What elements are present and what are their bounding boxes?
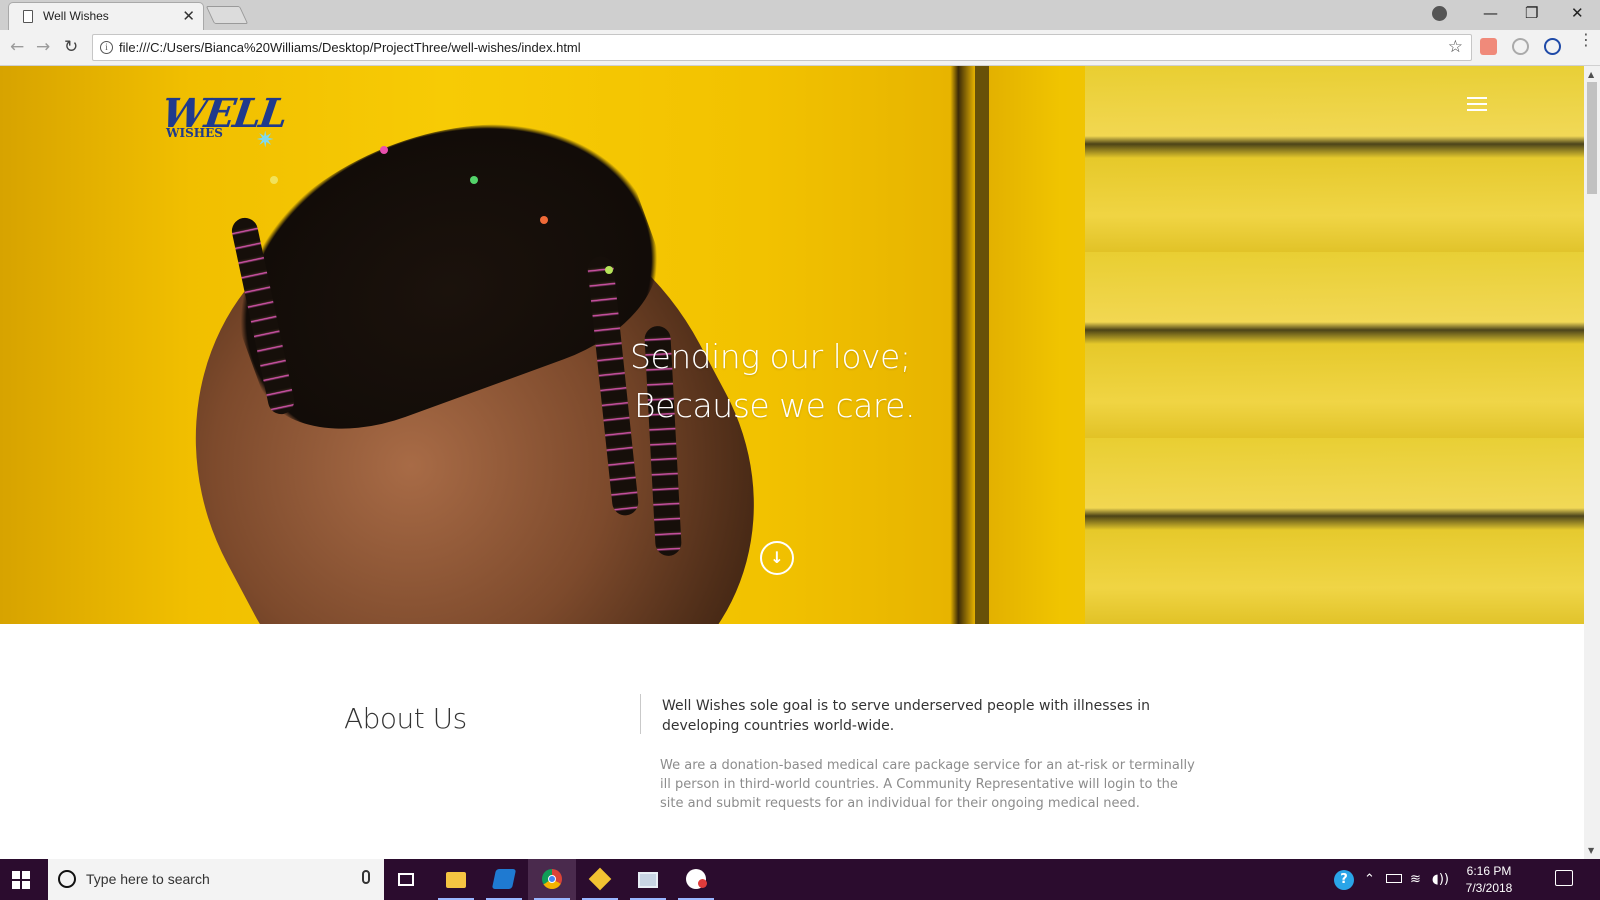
hero-section: WELL WISHES ✷ Sending our love; Because … (0, 66, 1584, 624)
restore-button[interactable]: ❐ (1525, 4, 1538, 22)
about-lead-text: Well Wishes sole goal is to serve unders… (662, 698, 1150, 734)
forward-button[interactable]: → (36, 37, 50, 57)
taskbar-search-placeholder[interactable]: Type here to search (86, 871, 210, 887)
hero-photo-bead (470, 176, 478, 184)
browser-tab[interactable]: Well Wishes ✕ (8, 2, 204, 30)
volume-icon[interactable]: ◖)) (1432, 872, 1449, 887)
hero-photo-bead (270, 176, 278, 184)
action-center-icon[interactable] (1555, 870, 1573, 886)
reload-button[interactable]: ↻ (64, 37, 78, 57)
hamburger-menu-icon[interactable] (1467, 97, 1487, 111)
info-icon[interactable]: i (100, 41, 113, 54)
microphone-icon[interactable] (362, 870, 370, 884)
logo-spark-icon: ✷ (256, 128, 275, 153)
task-view-icon[interactable] (384, 859, 432, 900)
extension-icon[interactable] (1512, 38, 1529, 55)
file-explorer-icon[interactable] (432, 859, 480, 900)
start-windows-icon[interactable] (12, 871, 30, 889)
url-text[interactable]: file:///C:/Users/Bianca%20Williams/Deskt… (119, 40, 581, 55)
hero-tagline-line2: Because we care. (634, 386, 915, 425)
cortana-icon[interactable] (58, 870, 76, 888)
menu-icon[interactable]: ⋮ (1578, 32, 1594, 48)
page-scrollbar[interactable]: ▲ ▼ (1584, 66, 1600, 859)
git-app-icon[interactable] (672, 859, 720, 900)
site-logo[interactable]: WELL WISHES ✷ (159, 90, 289, 160)
clock-date: 7/3/2018 (1465, 881, 1513, 895)
chrome-icon[interactable] (528, 859, 576, 900)
hero-photo-bead (380, 146, 388, 154)
window-close-button[interactable]: ✕ (1571, 4, 1584, 22)
hero-photo-bead (540, 216, 548, 224)
tab-title: Well Wishes (43, 9, 109, 23)
scroll-thumb[interactable] (1587, 82, 1597, 194)
logo-wishes-text: WISHES (166, 126, 223, 140)
scroll-down-arrow-icon[interactable]: ▼ (1588, 846, 1594, 855)
clock-time: 6:16 PM (1466, 864, 1512, 878)
hero-photo-detail (1085, 66, 1584, 624)
profile-icon[interactable] (1432, 6, 1447, 21)
scroll-down-arrow-icon[interactable]: ↓ (760, 541, 794, 575)
about-title: About Us (344, 702, 467, 735)
hero-tagline: Sending our love; Because we care. (630, 332, 970, 430)
scroll-up-arrow-icon[interactable]: ▲ (1588, 70, 1594, 79)
sourcetree-icon[interactable] (576, 859, 624, 900)
extension-icon[interactable] (1544, 38, 1561, 55)
browser-titlebar: Well Wishes ✕ — ❐ ✕ (0, 0, 1600, 30)
battery-icon[interactable] (1386, 874, 1402, 883)
new-tab-button[interactable] (205, 6, 249, 24)
back-button[interactable]: ← (10, 37, 24, 57)
show-hidden-icons-icon[interactable]: ⌃ (1364, 872, 1375, 887)
windows-taskbar: Type here to search ? ⌃ ≋ ◖)) 6:16 PM 7/… (0, 859, 1600, 900)
minimize-button[interactable]: — (1483, 4, 1498, 22)
wifi-icon[interactable]: ≋ (1410, 872, 1421, 887)
browser-toolbar: ← → ↻ i file:///C:/Users/Bianca%20Willia… (0, 30, 1600, 66)
page-icon (23, 10, 33, 23)
taskbar-clock[interactable]: 6:16 PM 7/3/2018 (1458, 863, 1520, 897)
page-content: WELL WISHES ✷ Sending our love; Because … (0, 66, 1584, 859)
extension-icon[interactable] (1480, 38, 1497, 55)
help-icon[interactable]: ? (1334, 870, 1354, 890)
about-divider (640, 694, 641, 734)
hero-tagline-line1: Sending our love; (630, 337, 911, 376)
about-body-text: We are a donation-based medical care pac… (660, 758, 1195, 811)
address-bar[interactable]: i file:///C:/Users/Bianca%20Williams/Des… (92, 34, 1472, 61)
hero-photo-detail (975, 66, 989, 624)
vscode-icon[interactable] (480, 859, 528, 900)
taskbar-search-box[interactable]: Type here to search (48, 859, 384, 900)
hero-photo-bead (605, 266, 613, 274)
bookmark-star-icon[interactable]: ☆ (1448, 37, 1463, 57)
image-viewer-icon[interactable] (624, 859, 672, 900)
tab-close-icon[interactable]: ✕ (182, 7, 195, 25)
